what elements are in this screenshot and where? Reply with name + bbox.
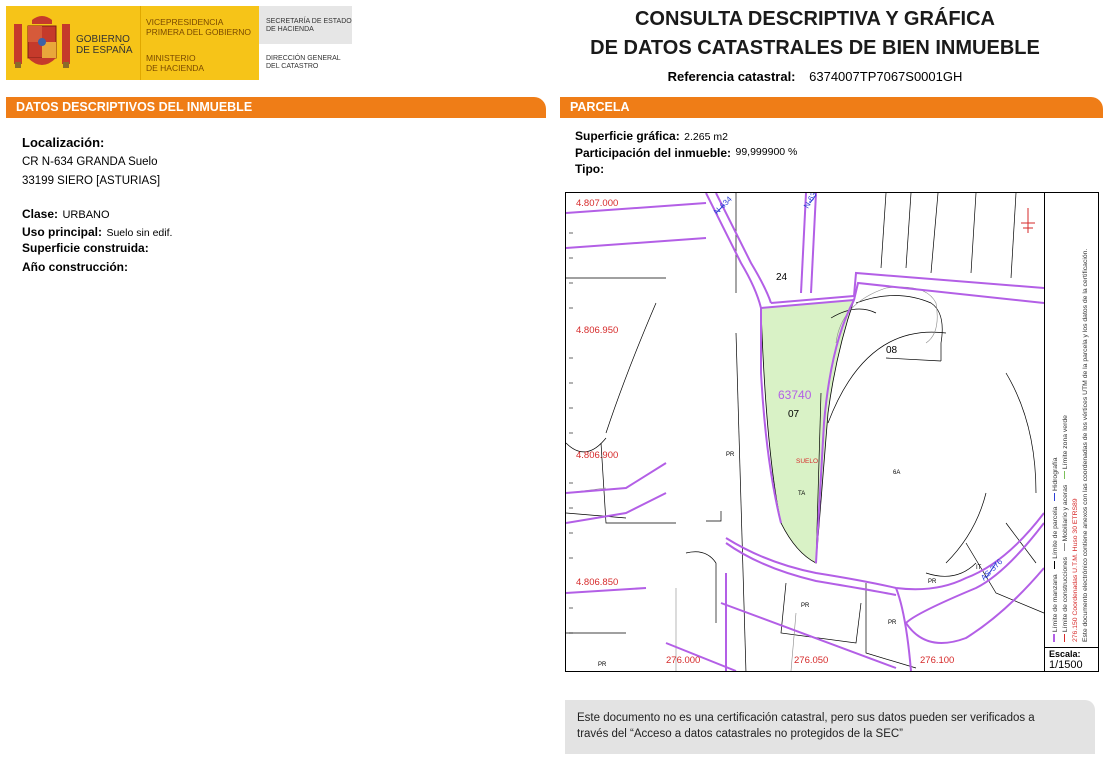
legend-row-1: Límite de manzana Límite de parcela Hidr… (1051, 249, 1061, 642)
vp-line2: PRIMERA DEL GOBIERNO (146, 26, 252, 37)
gobierno-line1: GOBIERNO (76, 34, 130, 45)
y-label-3: 4.806.900 (576, 450, 618, 461)
north-arrow-icon (1021, 208, 1035, 233)
logo-separator (140, 6, 141, 80)
left-header-rule (6, 117, 546, 118)
gobierno-text: GOBIERNO DE ESPAÑA (76, 34, 133, 56)
scale-box: Escala: 1/1500 (1044, 647, 1099, 672)
y-label-1: 4.807.000 (576, 198, 618, 209)
superficie-grafica-label: Superficie gráfica: (575, 129, 680, 143)
datos-descriptivos-header: DATOS DESCRIPTIVOS DEL INMUEBLE (6, 97, 546, 117)
legend-mobiliario: Mobiliario y aceras (1062, 484, 1069, 542)
direccion-text: DIRECCIÓN GENERAL DEL CATASTRO (266, 55, 341, 71)
parcel-number-6a: 6A (893, 470, 900, 476)
road-label-it: IT (976, 565, 982, 571)
legend-swatch-mobiliario (1064, 543, 1065, 552)
parcel-number-08: 08 (886, 345, 898, 356)
superficie-grafica-row: Superficie gráfica: 2.265 m2 (575, 127, 728, 145)
clase-label: Clase: (22, 207, 59, 221)
legend-verde: Límite zona verde (1062, 415, 1069, 470)
page-title-line2: DE DATOS CATASTRALES DE BIEN INMUEBLE (590, 37, 1040, 59)
localizacion-label: Localización: (22, 135, 105, 150)
road-label-2: PR (928, 579, 937, 585)
legend-swatch-construcciones (1064, 634, 1065, 642)
government-logo: GOBIERNO DE ESPAÑA VICEPRESIDENCIA PRIME… (6, 6, 352, 80)
min-line2: DE HACIENDA (146, 62, 205, 73)
gobierno-line2: DE ESPAÑA (76, 45, 133, 56)
sec-line2: DE HACIENDA (266, 26, 314, 33)
road-label-ta: TA (798, 491, 805, 497)
legend-swatch-manzana (1053, 634, 1055, 642)
block-id: 63740 (778, 388, 812, 402)
legend-swatch-parcela (1054, 560, 1055, 569)
legend-coords: 276.150 Coordenadas U.T.M. Huso 30 ETRS8… (1072, 498, 1079, 642)
x-label-1: 276.000 (666, 655, 700, 666)
map-legend: Límite de manzana Límite de parcela Hidr… (1044, 192, 1099, 647)
road-label-1: PR (726, 452, 735, 458)
right-header-rule (560, 117, 1103, 118)
ministerio-text: MINISTERIO DE HACIENDA (146, 53, 205, 73)
reference-line: Referencia catastral: 6374007TP7067S0001… (560, 69, 1070, 84)
superficie-construida-label: Superficie construida: (22, 241, 149, 255)
parcel-number-07: 07 (788, 409, 800, 420)
dir-line1: DIRECCIÓN GENERAL (266, 55, 341, 62)
localizacion-line1: CR N-634 GRANDA Suelo (22, 156, 158, 168)
road-ref-1: N-634 (712, 194, 734, 216)
vicepresidencia-text: VICEPRESIDENCIA PRIMERA DEL GOBIERNO (146, 17, 252, 37)
legend-parcela: Límite de parcela (1052, 506, 1059, 559)
sec-line1: SECRETARÍA DE ESTADO (266, 18, 352, 25)
header-bold: INMUEBLE (186, 100, 253, 114)
ref-value: 6374007TP7067S0001GH (809, 69, 963, 84)
clase-value: URBANO (62, 209, 110, 221)
dir-line2: DEL CATASTRO (266, 63, 319, 70)
legend-swatch-hidrografia (1054, 492, 1055, 501)
legend-note: Este documento electrónico contiene anex… (1082, 248, 1089, 642)
participacion-value: 99,999900 % (735, 146, 798, 158)
disclaimer-notice: Este documento no es una certificación c… (565, 700, 1095, 754)
secretaria-text: SECRETARÍA DE ESTADO DE HACIENDA (266, 18, 352, 34)
page-title-line1: CONSULTA DESCRIPTIVA Y GRÁFICA (634, 8, 996, 30)
scale-value: 1/1500 (1049, 659, 1083, 671)
x-label-3: 276.100 (920, 655, 954, 666)
x-label-2: 276.050 (794, 655, 828, 666)
uso-row: Uso principal: Suelo sin edif. (22, 223, 172, 241)
legend-text: Límite de manzana Límite de parcela Hidr… (1051, 249, 1091, 642)
legend-hidrografia: Hidrografía (1052, 457, 1059, 492)
parcel-number-24: 24 (776, 272, 788, 283)
legend-row-2: Límite de construcciones Mobiliario y ac… (1061, 249, 1071, 642)
localizacion-line2: 33199 SIERO [ASTURIAS] (22, 175, 161, 187)
anio-construccion-label: Año construcción: (22, 260, 129, 274)
clase-row: Clase: URBANO (22, 205, 110, 223)
coat-of-arms-icon (14, 16, 70, 68)
ref-label: Referencia catastral: (667, 69, 796, 84)
scale-label: Escala: (1049, 649, 1081, 659)
parcel-highlight (760, 299, 855, 564)
parcela-header: PARCELA (560, 97, 1103, 117)
map-drawing: N-634 N-634 AS-376 4.807.000 4.806.950 4… (566, 193, 1044, 671)
road-label-4: PR (888, 620, 897, 626)
legend-swatch-verde (1064, 471, 1065, 480)
road-label-5: PR (598, 662, 607, 668)
legend-construcciones: Límite de construcciones (1062, 556, 1069, 633)
uso-value: Suelo sin edif. (106, 227, 173, 239)
legend-manzana: Límite de manzana (1052, 574, 1059, 633)
participacion-row: Participación del inmueble: 99,999900 % (575, 144, 797, 162)
participacion-label: Participación del inmueble: (575, 146, 732, 160)
header-prefix: DATOS DESCRIPTIVOS DEL (16, 100, 187, 114)
uso-label: Uso principal: (22, 225, 103, 239)
tipo-label: Tipo: (575, 162, 605, 176)
road-ref-2: N-634 (802, 193, 821, 210)
notice-line1: Este documento no es una certificación c… (577, 712, 1035, 724)
suelo-label: SUELO (796, 458, 818, 465)
y-label-4: 4.806.850 (576, 577, 618, 588)
notice-line2: través del “Acceso a datos catastrales n… (577, 728, 904, 740)
road-label-3: PR (801, 603, 810, 609)
superficie-grafica-value: 2.265 m2 (684, 131, 728, 143)
y-label-2: 4.806.950 (576, 325, 618, 336)
